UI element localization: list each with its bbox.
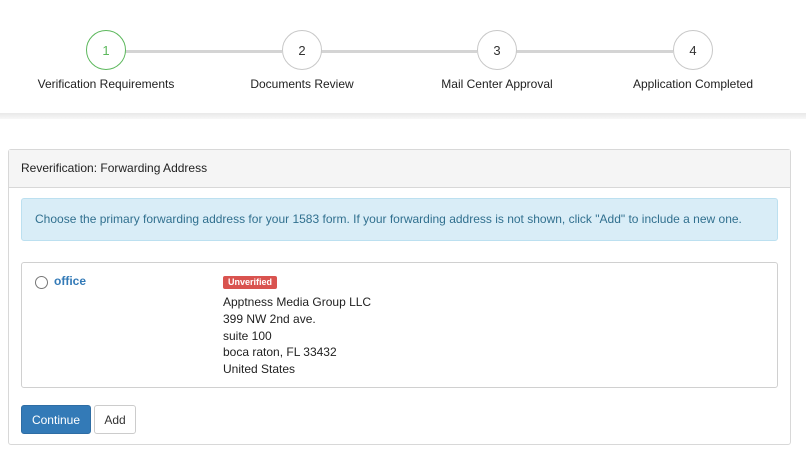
step-2-number: 2 — [298, 42, 306, 58]
address-company: Apptness Media Group LLC — [223, 295, 372, 309]
step-4-label: Application Completed — [632, 77, 754, 91]
step-1-label: Verification Requirements — [37, 77, 175, 91]
address-radio[interactable] — [35, 276, 48, 289]
add-button[interactable]: Add — [94, 405, 136, 434]
progress-stepper: 1 Verification Requirements 2 Documents … — [0, 0, 806, 113]
step-2-label: Documents Review — [250, 77, 354, 91]
address-city-state-zip: boca raton, FL 33432 — [223, 345, 337, 360]
step-3-number: 3 — [493, 42, 501, 58]
address-name[interactable]: office — [54, 274, 86, 288]
status-badge: Unverified — [223, 276, 278, 289]
info-alert: Choose the primary forwarding address fo… — [21, 198, 778, 241]
stepper-connector — [125, 50, 282, 53]
step-2-circle: 2 — [282, 30, 322, 70]
continue-button[interactable]: Continue — [21, 405, 91, 434]
address-country: United States — [223, 362, 296, 377]
address-line1: 399 NW 2nd ave. — [223, 311, 316, 326]
stepper-divider — [0, 113, 806, 119]
forwarding-address-panel: Reverification: Forwarding Address Choos… — [8, 149, 791, 445]
step-1-number: 1 — [102, 42, 110, 58]
step-3-circle: 3 — [477, 30, 517, 70]
stepper-connector — [516, 50, 673, 53]
address-lines: Apptness Media Group LLC 399 NW 2nd ave.… — [223, 294, 371, 378]
step-1-circle: 1 — [86, 30, 126, 70]
step-4-circle: 4 — [673, 30, 713, 70]
step-3-label: Mail Center Approval — [441, 77, 553, 91]
panel-title: Reverification: Forwarding Address — [9, 150, 790, 188]
address-option[interactable]: office Unverified Apptness Media Group L… — [21, 262, 778, 388]
step-4-number: 4 — [689, 42, 697, 58]
stepper-connector — [321, 50, 477, 53]
address-line2: suite 100 — [223, 328, 272, 343]
